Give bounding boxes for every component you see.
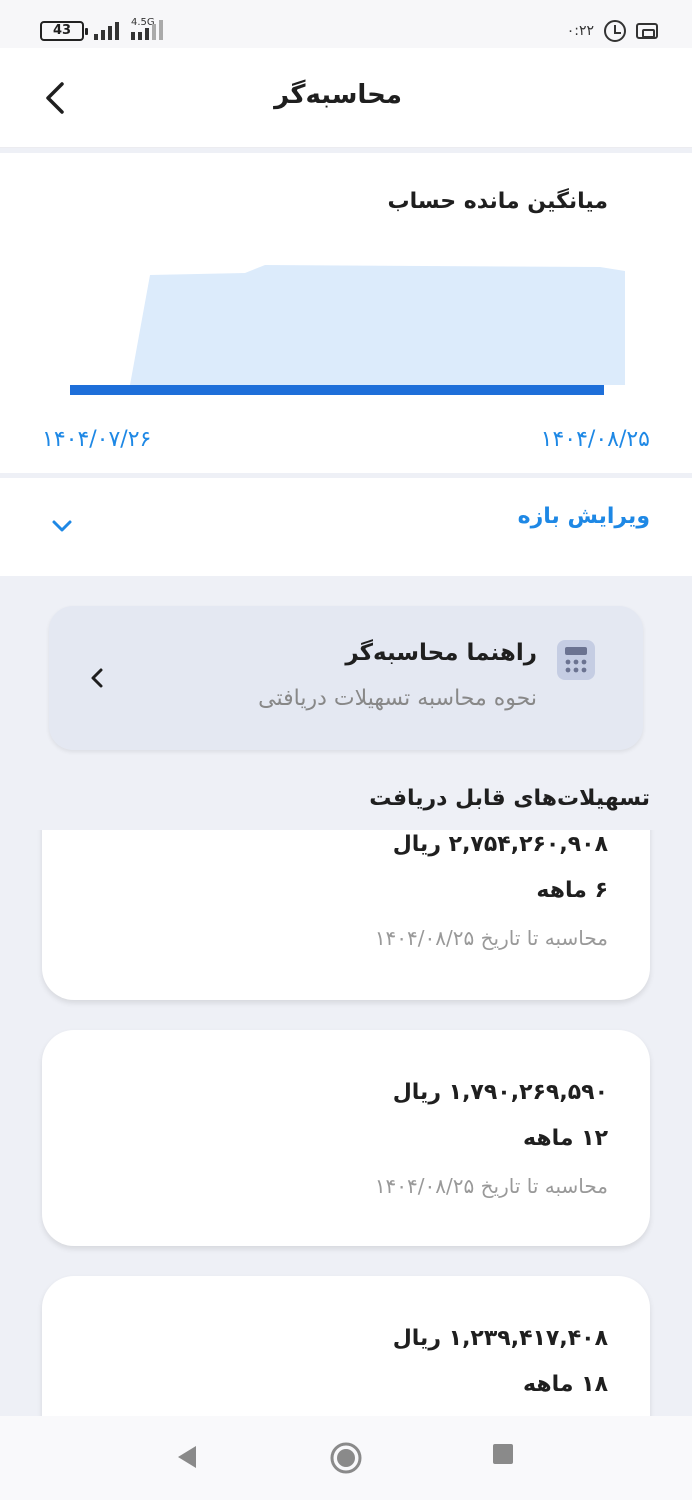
chevron-left-icon — [91, 668, 103, 688]
balance-area — [130, 265, 625, 385]
loan-calc-date: محاسبه تا تاریخ ۱۴۰۴/۰۸/۲۵ — [374, 1174, 608, 1198]
alarm-icon — [604, 20, 626, 42]
edit-range-label: ویرایش بازه — [517, 504, 650, 529]
loan-term: ۱۸ ماهه — [523, 1372, 608, 1397]
chevron-left-icon — [46, 82, 64, 114]
balance-chart — [70, 265, 625, 395]
edit-range-toggle[interactable]: ویرایش بازه — [0, 478, 692, 576]
clock-time: ۰:۲۲ — [566, 23, 594, 39]
signal-icon-secondary — [131, 20, 163, 40]
loans-section-title: تسهیلات‌های قابل دریافت — [369, 786, 650, 811]
page-title: محاسبه‌گر — [274, 80, 402, 110]
loan-amount: ۲,۷۵۴,۲۶۰,۹۰۸ ریال — [392, 832, 608, 857]
loan-term: ۱۲ ماهه — [523, 1126, 608, 1151]
loan-term: ۶ ماهه — [536, 878, 608, 903]
loan-calc-date: محاسبه تا تاریخ ۱۴۰۴/۰۸/۲۵ — [374, 926, 608, 950]
guide-title: راهنما محاسبه‌گر — [345, 640, 537, 666]
cast-icon — [636, 23, 658, 39]
battery-indicator: 43 — [40, 21, 88, 41]
app-header: محاسبه‌گر — [0, 48, 692, 148]
nav-back-button[interactable] — [174, 1442, 200, 1472]
loans-list[interactable]: ۲,۷۵۴,۲۶۰,۹۰۸ ریال ۶ ماهه محاسبه تا تاری… — [0, 830, 692, 1416]
status-right-group: ۰:۲۲ — [567, 20, 658, 42]
status-bar: 43 4.5G ۰:۲۲ — [0, 0, 692, 48]
loan-amount: ۱,۷۹۰,۲۶۹,۵۹۰ ریال — [392, 1080, 608, 1105]
guide-subtitle: نحوه محاسبه تسهیلات دریافتی — [258, 686, 537, 711]
loan-card[interactable]: ۱,۷۹۰,۲۶۹,۵۹۰ ریال ۱۲ ماهه محاسبه تا تار… — [42, 1030, 650, 1246]
baseline-bar — [70, 385, 604, 395]
back-button[interactable] — [36, 76, 80, 120]
calculator-guide-card[interactable]: راهنما محاسبه‌گر نحوه محاسبه تسهیلات دری… — [49, 606, 643, 750]
loan-card[interactable]: ۱,۲۳۹,۴۱۷,۴۰۸ ریال ۱۸ ماهه — [42, 1276, 650, 1416]
system-nav-bar — [0, 1416, 692, 1500]
chevron-down-icon — [52, 520, 72, 532]
nav-home-button[interactable] — [330, 1442, 362, 1474]
loan-amount: ۱,۲۳۹,۴۱۷,۴۰۸ ریال — [392, 1326, 608, 1351]
nav-recents-button[interactable] — [491, 1442, 515, 1466]
signal-icon — [94, 20, 119, 40]
balance-chart-card: میانگین مانده حساب ۱۴۰۴/۰۷/۲۶ ۱۴۰۴/۰۸/۲۵ — [0, 153, 692, 473]
loan-card[interactable]: ۲,۷۵۴,۲۶۰,۹۰۸ ریال ۶ ماهه محاسبه تا تاری… — [42, 830, 650, 1000]
chart-start-date: ۱۴۰۴/۰۷/۲۶ — [42, 427, 152, 452]
chart-end-date: ۱۴۰۴/۰۸/۲۵ — [540, 427, 650, 452]
calculator-icon — [557, 640, 595, 680]
